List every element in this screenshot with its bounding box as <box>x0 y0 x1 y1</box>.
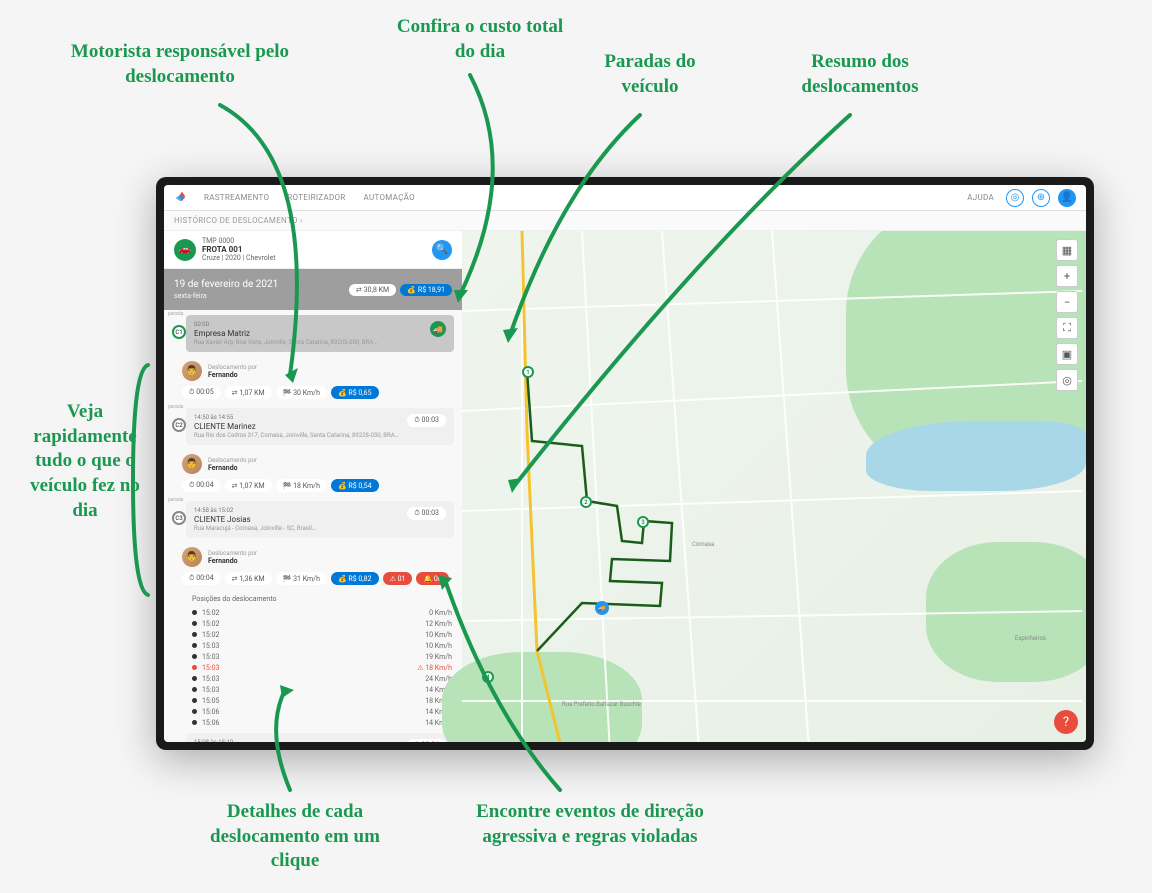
help-button[interactable]: ? <box>1054 710 1078 734</box>
badge-cost: 💰 R$ 0,54 <box>331 479 379 492</box>
steering-icon[interactable]: ◎ <box>1006 189 1024 207</box>
badge-warn: ⚠ 01 <box>383 572 413 585</box>
badge-clock: ⏱ 00:04 <box>182 479 221 492</box>
arrow-events <box>430 570 590 804</box>
positions-title: Posições do deslocamento <box>192 595 462 603</box>
annotation-stops: Paradas do veículo <box>590 50 710 99</box>
badge-dist: ⇄ 1,07 KM <box>225 479 272 492</box>
arrow-summary <box>500 110 880 504</box>
badge-speed: 🏁 18 Km/h <box>276 479 327 492</box>
logo <box>174 190 190 206</box>
annotation-details: Detalhes de cada deslocamento em um cliq… <box>195 800 395 874</box>
movement-block: 👨 Deslocamento porFernando ⏱ 00:04 ⇄ 1,36… <box>182 543 454 589</box>
user-icon[interactable]: 👤 <box>1058 189 1076 207</box>
position-row[interactable]: 15:03 10 Km/h <box>192 640 452 651</box>
annotation-cost: Confira o custo total do dia <box>390 15 570 64</box>
avatar: 👨 <box>182 454 202 474</box>
car-icon: 🚗 <box>174 239 196 261</box>
annotation-timeline: Veja rapidamente tudo o que o veículo fe… <box>30 400 140 523</box>
badge-speed: 🏁 31 Km/h <box>276 572 327 585</box>
badge-duration: ⏱ 00:03 <box>407 414 446 427</box>
fit-button[interactable]: ▣ <box>1056 343 1078 365</box>
zoom-in-button[interactable]: + <box>1056 265 1078 287</box>
position-row[interactable]: 15:02 12 Km/h <box>192 618 452 629</box>
annotation-driver: Motorista responsável pelo deslocamento <box>60 40 300 89</box>
fullscreen-button[interactable]: ⛶ <box>1056 317 1078 339</box>
badge-cost: 💰 R$ 0,82 <box>331 572 379 585</box>
annotation-events: Encontre eventos de direção agressiva e … <box>470 800 710 849</box>
badge-duration: ⏱ 00:03 <box>407 507 446 520</box>
position-row[interactable]: 15:02 10 Km/h <box>192 629 452 640</box>
target-icon[interactable]: ⊕ <box>1032 189 1050 207</box>
stop-card[interactable]: parada C3 14:58 às 15:02 CLIENTE Josias … <box>186 501 454 538</box>
avatar: 👨 <box>182 361 202 381</box>
driver-row: 👨 Deslocamento porFernando <box>182 454 454 474</box>
nav-ajuda[interactable]: AJUDA <box>967 193 994 202</box>
badge-clock: ⏱ 00:04 <box>182 572 221 585</box>
avatar: 👨 <box>182 547 202 567</box>
movement-block: 👨 Deslocamento porFernando ⏱ 00:04 ⇄ 1,07… <box>182 450 454 496</box>
arrow-driver <box>200 100 400 404</box>
position-row[interactable]: 15:02 0 Km/h <box>192 607 452 618</box>
locate-button[interactable]: ◎ <box>1056 369 1078 391</box>
truck-icon: 🚚 <box>430 321 446 337</box>
driver-row: 👨 Deslocamento porFernando <box>182 547 454 567</box>
stop-card[interactable]: parada C2 14:50 às 14:55 CLIENTE Marinez… <box>186 408 454 445</box>
zoom-out-button[interactable]: − <box>1056 291 1078 313</box>
arrow-details <box>260 680 360 804</box>
map-marker-c3[interactable]: 3 <box>637 516 649 528</box>
map-marker-vehicle[interactable]: 🚚 <box>595 601 609 615</box>
layers-button[interactable]: ▦ <box>1056 239 1078 261</box>
position-row[interactable]: 15:03 19 Km/h <box>192 651 452 662</box>
badge-dist: ⇄ 1,36 KM <box>225 572 272 585</box>
position-row[interactable]: 15:03 ⚠ 18 Km/h <box>192 662 452 673</box>
annotation-summary: Resumo dos deslocamentos <box>780 50 940 99</box>
map-controls: ▦ + − ⛶ ▣ ◎ <box>1056 239 1078 391</box>
